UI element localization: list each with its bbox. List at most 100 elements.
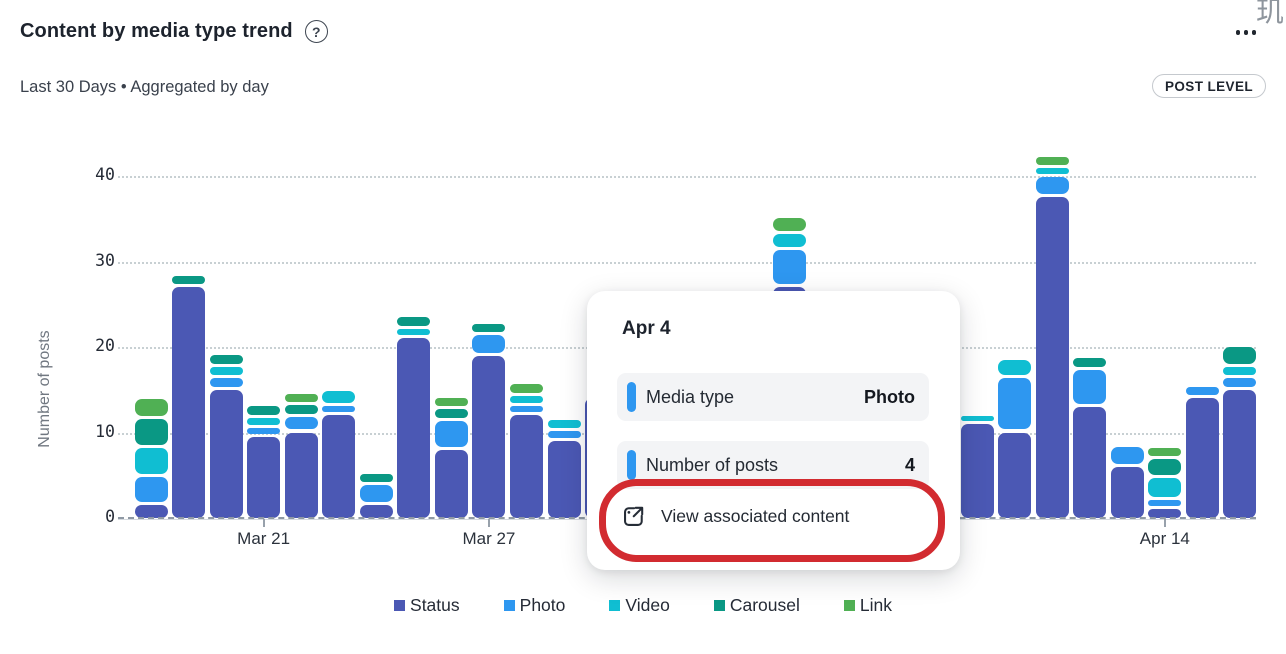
bar-segment-status[interactable] [210, 390, 243, 518]
bar-segment-photo[interactable] [773, 250, 806, 284]
bar-segment-photo[interactable] [510, 406, 543, 413]
bar-segment-video[interactable] [773, 234, 806, 247]
legend-item-photo[interactable]: Photo [504, 595, 566, 616]
bar-segment-video[interactable] [322, 391, 355, 404]
legend-label: Video [625, 595, 669, 616]
legend-item-status[interactable]: Status [394, 595, 460, 616]
bar-segment-carousel[interactable] [247, 406, 280, 415]
legend-swatch [609, 600, 620, 611]
y-axis-tick-label: 40 [55, 165, 115, 184]
bar-segment-carousel[interactable] [472, 324, 505, 333]
bar-segment-status[interactable] [1186, 398, 1219, 518]
bar-segment-photo[interactable] [1111, 447, 1144, 464]
bar-segment-video[interactable] [998, 360, 1031, 375]
bar-segment-carousel[interactable] [1148, 459, 1181, 474]
bar-segment-video[interactable] [247, 418, 280, 425]
x-axis-label: Apr 14 [1115, 529, 1215, 549]
bar-segment-video[interactable] [1148, 478, 1181, 497]
bar-segment-status[interactable] [1223, 390, 1256, 518]
tooltip-date: Apr 4 [622, 318, 671, 340]
series-marker [627, 450, 636, 480]
legend-swatch [504, 600, 515, 611]
bar-segment-carousel[interactable] [135, 419, 168, 445]
legend-label: Link [860, 595, 892, 616]
bar-segment-photo[interactable] [998, 378, 1031, 429]
bar-segment-photo[interactable] [360, 485, 393, 502]
bar-segment-status[interactable] [961, 424, 994, 518]
bar-segment-status[interactable] [435, 450, 468, 518]
bar-segment-photo[interactable] [435, 421, 468, 447]
bar-segment-video[interactable] [1223, 367, 1256, 376]
bar-segment-status[interactable] [548, 441, 581, 518]
y-axis-tick-label: 20 [55, 336, 115, 355]
legend-label: Carousel [730, 595, 800, 616]
bar-segment-status[interactable] [472, 356, 505, 518]
bar-segment-photo[interactable] [472, 335, 505, 352]
gridline [118, 176, 1256, 178]
bar-segment-status[interactable] [172, 287, 205, 518]
bar-segment-photo[interactable] [322, 406, 355, 412]
bar-segment-status[interactable] [247, 437, 280, 518]
bar-segment-photo[interactable] [1036, 177, 1069, 194]
content-by-media-type-widget: Content by media type trend ? 玑 Last 30 … [0, 0, 1286, 654]
x-axis-tick [488, 519, 490, 527]
bar-segment-link[interactable] [1148, 448, 1181, 457]
bar-segment-link[interactable] [285, 394, 318, 403]
bar-segment-link[interactable] [1036, 157, 1069, 166]
legend-item-carousel[interactable]: Carousel [714, 595, 800, 616]
bar-segment-video[interactable] [397, 329, 430, 336]
bar-segment-video[interactable] [510, 396, 543, 403]
chart-legend: Status Photo Video Carousel Link [0, 595, 1286, 616]
legend-swatch [844, 600, 855, 611]
y-axis-tick-label: 10 [55, 422, 115, 441]
bar-segment-carousel[interactable] [360, 474, 393, 483]
y-axis-tick-label: 30 [55, 251, 115, 270]
view-associated-content-action[interactable]: View associated content [609, 494, 859, 539]
bar-segment-status[interactable] [285, 433, 318, 519]
bar-segment-video[interactable] [210, 367, 243, 376]
bar-segment-photo[interactable] [135, 477, 168, 503]
tooltip-row-number-of-posts: Number of posts 4 [617, 441, 929, 489]
bar-segment-photo[interactable] [1148, 500, 1181, 507]
bar-segment-carousel[interactable] [172, 276, 205, 285]
bar-segment-status[interactable] [1036, 197, 1069, 518]
x-axis-label: Mar 27 [439, 529, 539, 549]
bar-segment-photo[interactable] [1186, 387, 1219, 396]
bar-segment-carousel[interactable] [397, 317, 430, 326]
tooltip-row-label: Media type [646, 387, 734, 408]
tooltip-row-label: Number of posts [646, 455, 778, 476]
legend-label: Photo [520, 595, 566, 616]
tooltip-row-value: 4 [905, 455, 915, 476]
bar-segment-photo[interactable] [1223, 378, 1256, 387]
bar-segment-carousel[interactable] [1073, 358, 1106, 367]
bar-segment-video[interactable] [1036, 168, 1069, 174]
legend-item-video[interactable]: Video [609, 595, 669, 616]
bar-segment-status[interactable] [397, 338, 430, 518]
bar-segment-link[interactable] [435, 398, 468, 407]
bar-segment-status[interactable] [998, 433, 1031, 519]
tooltip-row-value: Photo [864, 387, 915, 408]
bar-segment-link[interactable] [510, 384, 543, 393]
bar-segment-photo[interactable] [1073, 370, 1106, 404]
bar-segment-link[interactable] [773, 218, 806, 231]
bar-segment-photo[interactable] [548, 431, 581, 438]
bar-segment-video[interactable] [135, 448, 168, 474]
bar-segment-status[interactable] [1073, 407, 1106, 518]
bar-segment-carousel[interactable] [285, 405, 318, 414]
bar-segment-video[interactable] [961, 416, 994, 421]
bar-segment-carousel[interactable] [1223, 347, 1256, 364]
bar-segment-status[interactable] [510, 415, 543, 518]
bar-segment-photo[interactable] [285, 417, 318, 430]
bar-segment-status[interactable] [322, 415, 355, 518]
bar-segment-carousel[interactable] [435, 409, 468, 418]
legend-item-link[interactable]: Link [844, 595, 892, 616]
series-marker [627, 382, 636, 412]
bar-segment-photo[interactable] [247, 428, 280, 434]
bar-segment-photo[interactable] [210, 378, 243, 387]
legend-swatch [714, 600, 725, 611]
bar-segment-video[interactable] [548, 420, 581, 429]
bar-segment-carousel[interactable] [210, 355, 243, 364]
x-axis-tick [1164, 519, 1166, 527]
bar-segment-status[interactable] [1111, 467, 1144, 518]
bar-segment-link[interactable] [135, 399, 168, 416]
